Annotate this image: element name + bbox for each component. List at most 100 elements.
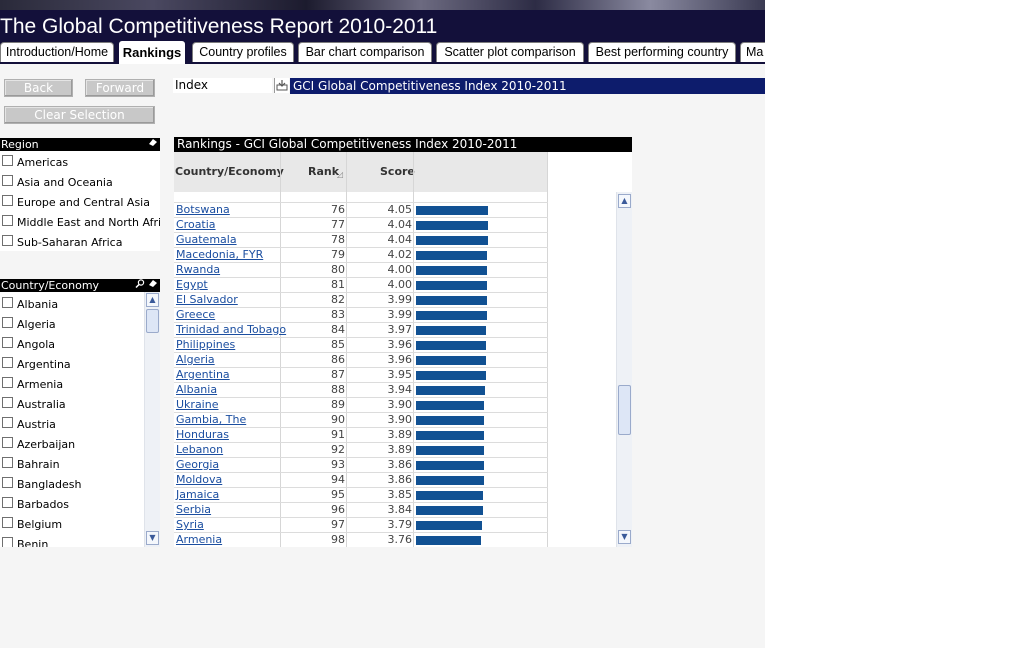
country-item-label: Benin	[17, 538, 49, 547]
country-item-label: Armenia	[17, 378, 64, 391]
score-bar	[416, 296, 487, 305]
arrow-down-icon[interactable]: ▼	[618, 530, 631, 544]
country-link[interactable]: Jamaica	[176, 488, 219, 502]
tab-best-performing-country[interactable]: Best performing country	[588, 42, 736, 62]
table-row: El Salvador 82 3.99	[174, 293, 548, 308]
scroll-thumb[interactable]	[146, 309, 159, 333]
country-link[interactable]: Egypt	[176, 278, 208, 292]
rank-cell: 94	[331, 473, 345, 486]
rank-cell: 80	[331, 263, 345, 276]
country-link[interactable]: Macedonia, FYR	[176, 248, 263, 262]
search-icon[interactable]	[135, 279, 145, 291]
country-link[interactable]: Algeria	[176, 353, 215, 367]
tab-scatter-plot-comparison[interactable]: Scatter plot comparison	[436, 42, 584, 62]
export-icon[interactable]	[274, 78, 289, 93]
column-header-score[interactable]: Score	[380, 152, 415, 192]
region-item-sub-saharan-africa[interactable]: Sub-Saharan Africa	[0, 233, 160, 251]
country-item[interactable]: Bahrain	[0, 455, 144, 475]
eraser-icon[interactable]	[148, 138, 158, 151]
scroll-thumb[interactable]	[618, 385, 631, 435]
checkbox[interactable]	[2, 175, 13, 186]
checkbox[interactable]	[2, 497, 13, 508]
country-item[interactable]: Angola	[0, 335, 144, 355]
checkbox[interactable]	[2, 517, 13, 528]
region-item-asia-oceania[interactable]: Asia and Oceania	[0, 173, 160, 193]
table-scrollbar[interactable]: ▲ ▼	[616, 192, 632, 547]
checkbox[interactable]	[2, 337, 13, 348]
country-link[interactable]: Philippines	[176, 338, 235, 352]
checkbox[interactable]	[2, 477, 13, 488]
table-row: Armenia 98 3.76	[174, 533, 548, 547]
checkbox[interactable]	[2, 377, 13, 388]
table-row: Serbia 96 3.84	[174, 503, 548, 518]
arrow-down-icon[interactable]: ▼	[146, 531, 159, 545]
country-item[interactable]: Armenia	[0, 375, 144, 395]
table-row: Croatia 77 4.04	[174, 218, 548, 233]
country-link[interactable]: Ukraine	[176, 398, 218, 412]
table-row: Syria 97 3.79	[174, 518, 548, 533]
region-item-americas[interactable]: Americas	[0, 153, 160, 173]
country-link[interactable]: El Salvador	[176, 293, 238, 307]
country-list-scrollbar[interactable]: ▲ ▼	[144, 292, 160, 547]
tab-rankings[interactable]: Rankings	[118, 40, 186, 64]
country-link[interactable]: Argentina	[176, 368, 230, 382]
score-cell: 3.89	[387, 443, 413, 456]
country-item[interactable]: Austria	[0, 415, 144, 435]
country-link[interactable]: Croatia	[176, 218, 216, 232]
back-button[interactable]: Back	[4, 79, 73, 97]
column-header-rank[interactable]: Rank	[308, 152, 339, 192]
checkbox[interactable]	[2, 437, 13, 448]
tab-bar-chart-comparison[interactable]: Bar chart comparison	[298, 42, 432, 62]
checkbox[interactable]	[2, 457, 13, 468]
country-link[interactable]: Guatemala	[176, 233, 237, 247]
table-row: Honduras 91 3.89	[174, 428, 548, 443]
country-item[interactable]: Argentina	[0, 355, 144, 375]
arrow-up-icon[interactable]: ▲	[146, 293, 159, 307]
clear-selection-button[interactable]: Clear Selection	[4, 106, 155, 124]
country-item[interactable]: Albania	[0, 295, 144, 315]
country-link[interactable]: Botswana	[176, 203, 230, 217]
country-link[interactable]: Syria	[176, 518, 204, 532]
tab-introduction-home[interactable]: Introduction/Home	[0, 42, 114, 62]
country-link[interactable]: Albania	[176, 383, 217, 397]
index-selector[interactable]: GCI Global Competitiveness Index 2010-20…	[290, 78, 765, 94]
country-link[interactable]: Trinidad and Tobago	[176, 323, 286, 337]
country-item[interactable]: Barbados	[0, 495, 144, 515]
country-link[interactable]: Rwanda	[176, 263, 220, 277]
tab-more[interactable]: Ma	[740, 42, 765, 62]
country-link[interactable]: Moldova	[176, 473, 222, 487]
country-item[interactable]: Australia	[0, 395, 144, 415]
checkbox[interactable]	[2, 397, 13, 408]
checkbox[interactable]	[2, 537, 13, 547]
forward-button[interactable]: Forward	[85, 79, 155, 97]
column-header-country[interactable]: Country/Economy	[175, 152, 284, 192]
checkbox[interactable]	[2, 235, 13, 246]
checkbox[interactable]	[2, 417, 13, 428]
checkbox[interactable]	[2, 195, 13, 206]
checkbox[interactable]	[2, 357, 13, 368]
country-item[interactable]: Algeria	[0, 315, 144, 335]
checkbox[interactable]	[2, 215, 13, 226]
checkbox[interactable]	[2, 317, 13, 328]
eraser-icon[interactable]	[148, 280, 158, 291]
country-link[interactable]: Honduras	[176, 428, 229, 442]
country-link[interactable]: Armenia	[176, 533, 222, 547]
country-link[interactable]: Georgia	[176, 458, 219, 472]
country-item[interactable]: Benin	[0, 535, 144, 547]
checkbox[interactable]	[2, 297, 13, 308]
checkbox[interactable]	[2, 155, 13, 166]
country-link[interactable]: Lebanon	[176, 443, 223, 457]
region-item-middle-east-north-africa[interactable]: Middle East and North Africa	[0, 213, 160, 233]
country-item[interactable]: Azerbaijan	[0, 435, 144, 455]
country-item[interactable]: Bangladesh	[0, 475, 144, 495]
country-link[interactable]: Greece	[176, 308, 215, 322]
arrow-up-icon[interactable]: ▲	[618, 194, 631, 208]
tab-country-profiles[interactable]: Country profiles	[192, 42, 294, 62]
table-row: Trinidad and Tobago 84 3.97	[174, 323, 548, 338]
country-link[interactable]: Gambia, The	[176, 413, 246, 427]
table-row: Botswana 76 4.05	[174, 203, 548, 218]
country-item[interactable]: Belgium	[0, 515, 144, 535]
rank-cell: 88	[331, 383, 345, 396]
country-link[interactable]: Serbia	[176, 503, 211, 517]
region-item-europe-central-asia[interactable]: Europe and Central Asia	[0, 193, 160, 213]
